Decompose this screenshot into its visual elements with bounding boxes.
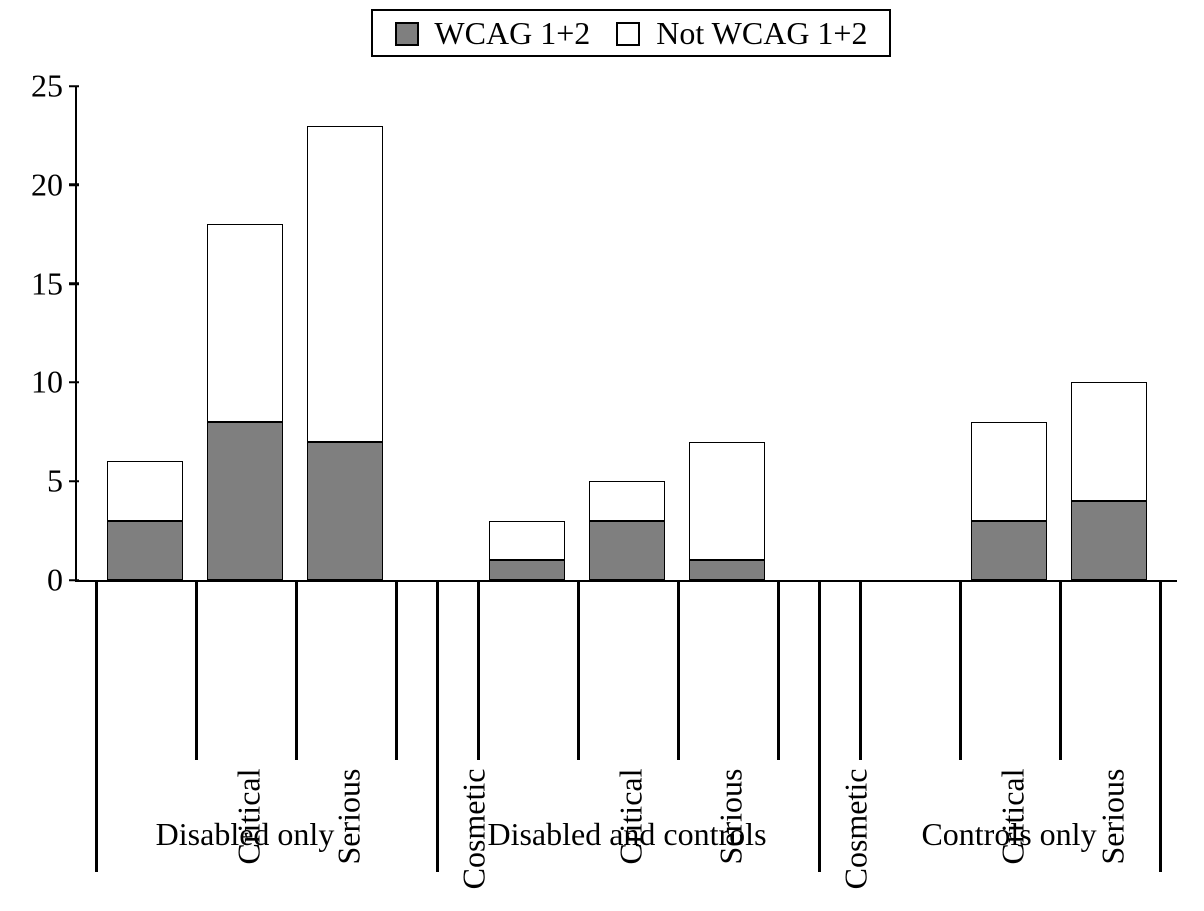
tick-mark-icon [69,282,79,285]
tick-mark-icon [69,184,79,187]
legend-entry-wcag: WCAG 1+2 [395,17,590,49]
subcategory-label: Serious [331,769,368,865]
y-tick-label: 15 [31,265,77,302]
group-label: Disabled and controls [487,816,766,853]
subcategory-separator [677,580,680,760]
bar-segment-wcag [489,560,565,580]
bar-segment-not-wcag [689,442,765,561]
group-separator [818,580,821,872]
subcategory-label: Cosmetic [837,769,874,890]
subcategory-separator [859,580,862,760]
y-tick-label: 25 [31,68,77,105]
plot-area: 0510152025CriticalSeriousCosmeticCritica… [75,86,1177,582]
group-separator [1159,580,1162,872]
legend-swatch-icon [395,22,419,46]
legend-label: WCAG 1+2 [434,15,590,51]
bar-segment-wcag [207,422,283,580]
bar-segment-not-wcag [207,224,283,422]
group-separator [95,580,98,872]
bar-segment-wcag [107,521,183,580]
bar-segment-wcag [971,521,1047,580]
bar-segment-wcag [1071,501,1147,580]
subcategory-label: Serious [1095,769,1132,865]
bar-segment-wcag [589,521,665,580]
group-label: Disabled only [156,816,335,853]
tick-mark-icon [69,480,79,483]
bar-segment-wcag [689,560,765,580]
y-tick-label: 0 [47,562,77,599]
y-tick-label: 10 [31,364,77,401]
bar-segment-not-wcag [1071,382,1147,501]
bar-segment-wcag [307,442,383,580]
tick-mark-icon [69,579,79,582]
subcategory-separator [195,580,198,760]
tick-mark-icon [69,85,79,88]
subcategory-separator [395,580,398,760]
subcategory-separator [577,580,580,760]
y-tick-label: 5 [47,463,77,500]
tick-mark-icon [69,381,79,384]
group-separator [436,580,439,872]
subcategory-separator [295,580,298,760]
bar-segment-not-wcag [307,126,383,442]
subcategory-separator [959,580,962,760]
legend-swatch-icon [616,22,640,46]
legend-label: Not WCAG 1+2 [656,15,867,51]
legend: WCAG 1+2 Not WCAG 1+2 [371,9,891,57]
subcategory-separator [477,580,480,760]
bar-segment-not-wcag [489,521,565,561]
legend-entry-not-wcag: Not WCAG 1+2 [616,17,867,49]
chart-stage: WCAG 1+2 Not WCAG 1+2 0510152025Critical… [0,0,1204,911]
bar-segment-not-wcag [107,461,183,520]
bar-segment-not-wcag [971,422,1047,521]
bar-segment-not-wcag [589,481,665,521]
subcategory-separator [1059,580,1062,760]
subcategory-separator [777,580,780,760]
y-tick-label: 20 [31,166,77,203]
group-label: Controls only [921,816,1096,853]
